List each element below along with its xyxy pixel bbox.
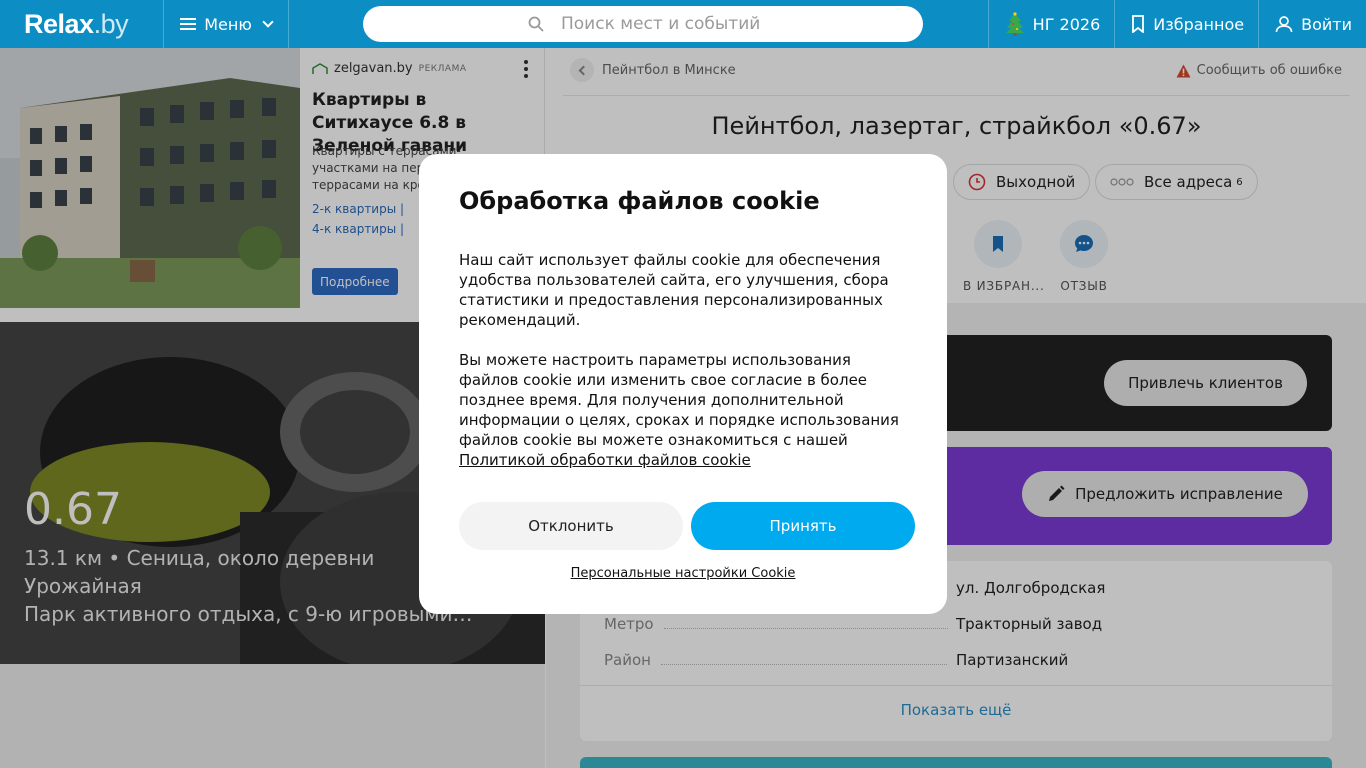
new-year-label: НГ 2026 <box>1032 14 1101 34</box>
cookie-settings-link[interactable]: Персональные настройки Cookie <box>419 566 947 581</box>
cookie-title: Обработка файлов cookie <box>459 187 820 215</box>
new-year-link[interactable]: НГ 2026 <box>987 0 1115 48</box>
login-label: Войти <box>1301 14 1352 34</box>
search-box[interactable] <box>363 6 923 42</box>
menu-label: Меню <box>204 14 252 34</box>
menu-button[interactable]: Меню <box>163 0 289 48</box>
login-link[interactable]: Войти <box>1258 0 1366 48</box>
user-icon <box>1275 16 1293 33</box>
christmas-tree-icon <box>1005 12 1024 36</box>
decline-button[interactable]: Отклонить <box>459 502 683 550</box>
cookie-dialog: Обработка файлов cookie Наш сайт использ… <box>419 154 947 614</box>
top-bar: Relax.by Меню НГ 2026 Избранное Войти <box>0 0 1366 48</box>
site-logo[interactable]: Relax.by <box>24 9 129 40</box>
favorites-link[interactable]: Избранное <box>1114 0 1258 48</box>
bookmark-icon <box>1132 15 1145 33</box>
search-input[interactable] <box>529 14 889 34</box>
accept-button[interactable]: Принять <box>691 502 915 550</box>
cookie-policy-link[interactable]: Политикой обработки файлов cookie <box>459 451 751 469</box>
favorites-label: Избранное <box>1153 14 1245 34</box>
cookie-text-2: Вы можете настроить параметры использова… <box>459 351 899 469</box>
hamburger-icon <box>180 18 197 30</box>
cookie-text-1: Наш сайт использует файлы cookie для обе… <box>459 251 889 329</box>
search-icon <box>528 16 544 32</box>
chevron-down-icon <box>262 15 274 28</box>
